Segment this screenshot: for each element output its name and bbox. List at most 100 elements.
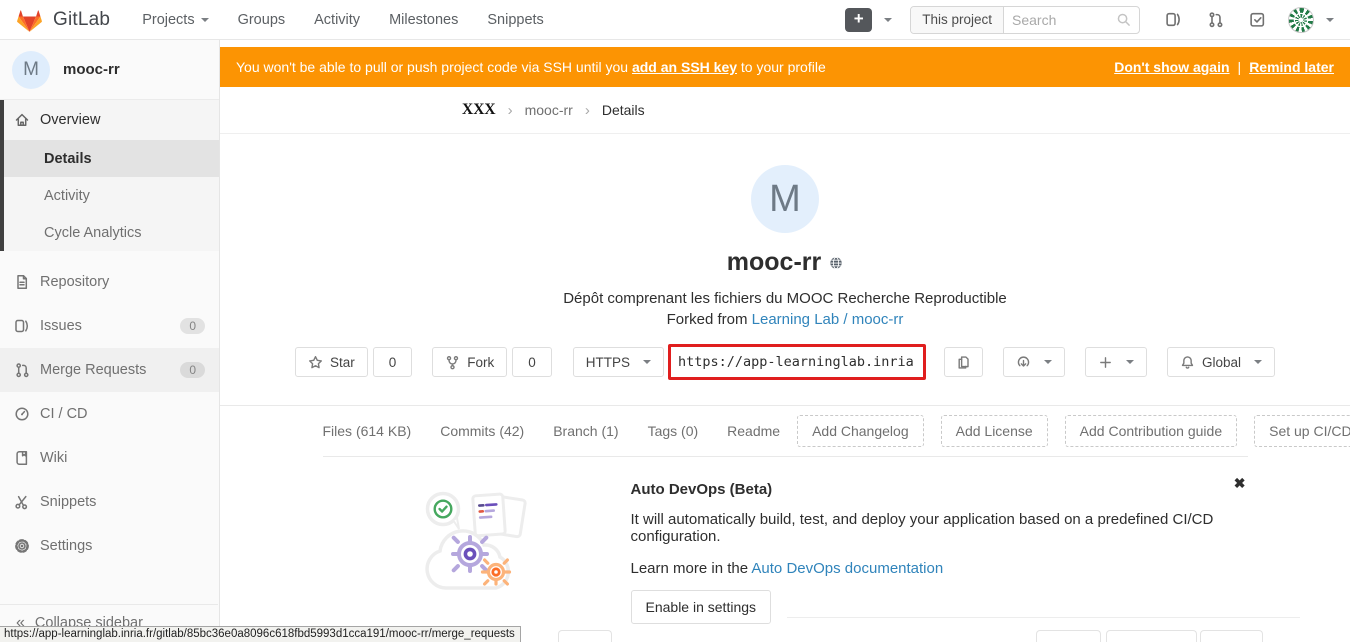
sidebar-project-header[interactable]: M mooc-rr: [0, 40, 219, 100]
auto-devops-body: Auto DevOps (Beta) It will automatically…: [631, 469, 1248, 624]
gitlab-window: GitLab Projects Groups Activity Mileston…: [0, 0, 1350, 642]
nav-snippets[interactable]: Snippets: [487, 12, 543, 28]
forked-from-line: Forked from Learning Lab / mooc-rr: [220, 311, 1350, 328]
bell-icon: [1180, 355, 1195, 370]
sidebar-section-overview: Overview Details Activity Cycle Analytic…: [0, 100, 219, 251]
star-group: Star 0: [295, 347, 412, 377]
partial-button[interactable]: [1106, 630, 1197, 642]
fork-button[interactable]: Fork: [432, 347, 507, 377]
mr-count-badge: 0: [180, 362, 205, 378]
project-description: Dépôt comprenant les fichiers du MOOC Re…: [220, 290, 1350, 307]
merge-request-icon: [14, 362, 30, 378]
project-hero: M mooc-rr Dépôt comprenant les fichiers …: [220, 165, 1350, 380]
nav-activity[interactable]: Activity: [314, 12, 360, 28]
star-count[interactable]: 0: [373, 347, 413, 377]
file-header-divider: [787, 617, 1300, 618]
search-scope-label[interactable]: This project: [911, 7, 1004, 33]
sidebar-item-ci-cd[interactable]: CI / CD: [0, 392, 219, 436]
copy-url-button[interactable]: [944, 347, 983, 377]
topbar-icon-group: [1165, 11, 1266, 28]
chevron-down-icon: [643, 360, 651, 364]
ssh-warning-message: You won't be able to pull or push projec…: [236, 59, 826, 75]
breadcrumb-current: Details: [602, 102, 645, 118]
partial-button[interactable]: [558, 630, 612, 642]
add-ssh-key-link[interactable]: add an SSH key: [632, 59, 737, 75]
tab-tags[interactable]: Tags (0): [648, 423, 699, 439]
sidebar-item-issues[interactable]: Issues 0: [0, 304, 219, 348]
breadcrumb-namespace[interactable]: XXX: [462, 101, 496, 119]
project-avatar-small: M: [12, 51, 50, 89]
sidebar-item-details[interactable]: Details: [4, 140, 219, 177]
search-icon: [1116, 12, 1131, 27]
document-icon: [14, 274, 30, 290]
tanuki-icon: [16, 7, 43, 32]
star-icon: [308, 355, 323, 370]
auto-devops-learn-line: Learn more in the Auto DevOps documentat…: [631, 560, 1248, 577]
fork-count[interactable]: 0: [512, 347, 552, 377]
sidebar-item-repository[interactable]: Repository: [0, 260, 219, 304]
add-license-button[interactable]: Add License: [941, 415, 1048, 447]
sidebar-item-settings[interactable]: Settings: [0, 524, 219, 568]
sidebar-item-overview[interactable]: Overview: [4, 100, 219, 140]
sidebar-item-label: Wiki: [40, 450, 67, 466]
gear-icon: [14, 538, 30, 554]
sidebar-item-merge-requests[interactable]: Merge Requests 0: [0, 348, 219, 392]
tab-branch[interactable]: Branch (1): [553, 423, 618, 439]
search-input[interactable]: [1012, 12, 1116, 28]
dont-show-again-link[interactable]: Don't show again: [1114, 59, 1229, 75]
new-menu-dropdown[interactable]: +: [845, 8, 892, 32]
auto-devops-callout: Auto DevOps (Beta) It will automatically…: [323, 457, 1248, 624]
banner-actions: Don't show again | Remind later: [1114, 59, 1334, 75]
tab-commits[interactable]: Commits (42): [440, 423, 524, 439]
sidebar-item-label: Merge Requests: [40, 362, 146, 378]
sidebar-item-snippets[interactable]: Snippets: [0, 480, 219, 524]
auto-devops-illustration: [323, 469, 631, 624]
sidebar-item-cycle-analytics[interactable]: Cycle Analytics: [4, 214, 219, 251]
partial-button[interactable]: [1036, 630, 1101, 642]
chevron-down-icon: [1044, 360, 1052, 364]
todos-icon[interactable]: [1249, 11, 1266, 28]
nav-groups[interactable]: Groups: [238, 12, 286, 28]
forked-from-link[interactable]: Learning Lab / mooc-rr: [752, 311, 904, 328]
add-file-dropdown[interactable]: [1085, 347, 1147, 377]
plus-icon[interactable]: +: [845, 8, 872, 32]
merge-request-icon[interactable]: [1207, 11, 1224, 28]
status-url-tooltip: https://app-learninglab.inria.fr/gitlab/…: [0, 626, 521, 642]
download-dropdown[interactable]: [1003, 347, 1065, 377]
auto-devops-doc-link[interactable]: Auto DevOps documentation: [751, 560, 943, 577]
auto-devops-text: It will automatically build, test, and d…: [631, 511, 1248, 545]
sidebar-items: Repository Issues 0 Merge Requests 0: [0, 260, 219, 568]
clone-protocol-dropdown[interactable]: HTTPS: [573, 347, 664, 377]
ssh-warning-banner: You won't be able to pull or push projec…: [220, 47, 1350, 87]
add-changelog-button[interactable]: Add Changelog: [797, 415, 924, 447]
chevron-down-icon: [201, 18, 209, 22]
chevron-down-icon: [1326, 18, 1334, 22]
clone-url-highlight-box: [668, 344, 926, 380]
tab-files[interactable]: Files (614 KB): [323, 423, 412, 439]
nav-projects[interactable]: Projects: [142, 12, 208, 28]
breadcrumb: XXX › mooc-rr › Details: [220, 87, 1350, 134]
chevron-down-icon: [1254, 360, 1262, 364]
banner-separator: |: [1238, 59, 1242, 75]
project-stats-bar: Files (614 KB) Commits (42) Branch (1) T…: [323, 406, 1248, 457]
tab-readme[interactable]: Readme: [727, 423, 780, 439]
sidebar-item-activity[interactable]: Activity: [4, 177, 219, 214]
breadcrumb-project[interactable]: mooc-rr: [525, 102, 573, 118]
star-button[interactable]: Star: [295, 347, 368, 377]
brand-text: GitLab: [53, 9, 110, 31]
clone-url-input[interactable]: [671, 354, 923, 370]
notification-dropdown[interactable]: Global: [1167, 347, 1275, 377]
gitlab-logo[interactable]: GitLab: [16, 7, 110, 32]
issues-icon[interactable]: [1165, 11, 1182, 28]
user-avatar[interactable]: [1288, 7, 1314, 33]
fork-icon: [445, 355, 460, 370]
add-contribution-guide-button[interactable]: Add Contribution guide: [1065, 415, 1237, 447]
partial-button[interactable]: [1200, 630, 1263, 642]
remind-later-link[interactable]: Remind later: [1249, 59, 1334, 75]
set-up-ci-cd-button[interactable]: Set up CI/CD: [1254, 415, 1350, 447]
sidebar-item-wiki[interactable]: Wiki: [0, 436, 219, 480]
user-menu[interactable]: [1288, 7, 1334, 33]
enable-in-settings-button[interactable]: Enable in settings: [631, 590, 772, 624]
close-icon[interactable]: ✖: [1234, 475, 1246, 492]
nav-milestones[interactable]: Milestones: [389, 12, 458, 28]
